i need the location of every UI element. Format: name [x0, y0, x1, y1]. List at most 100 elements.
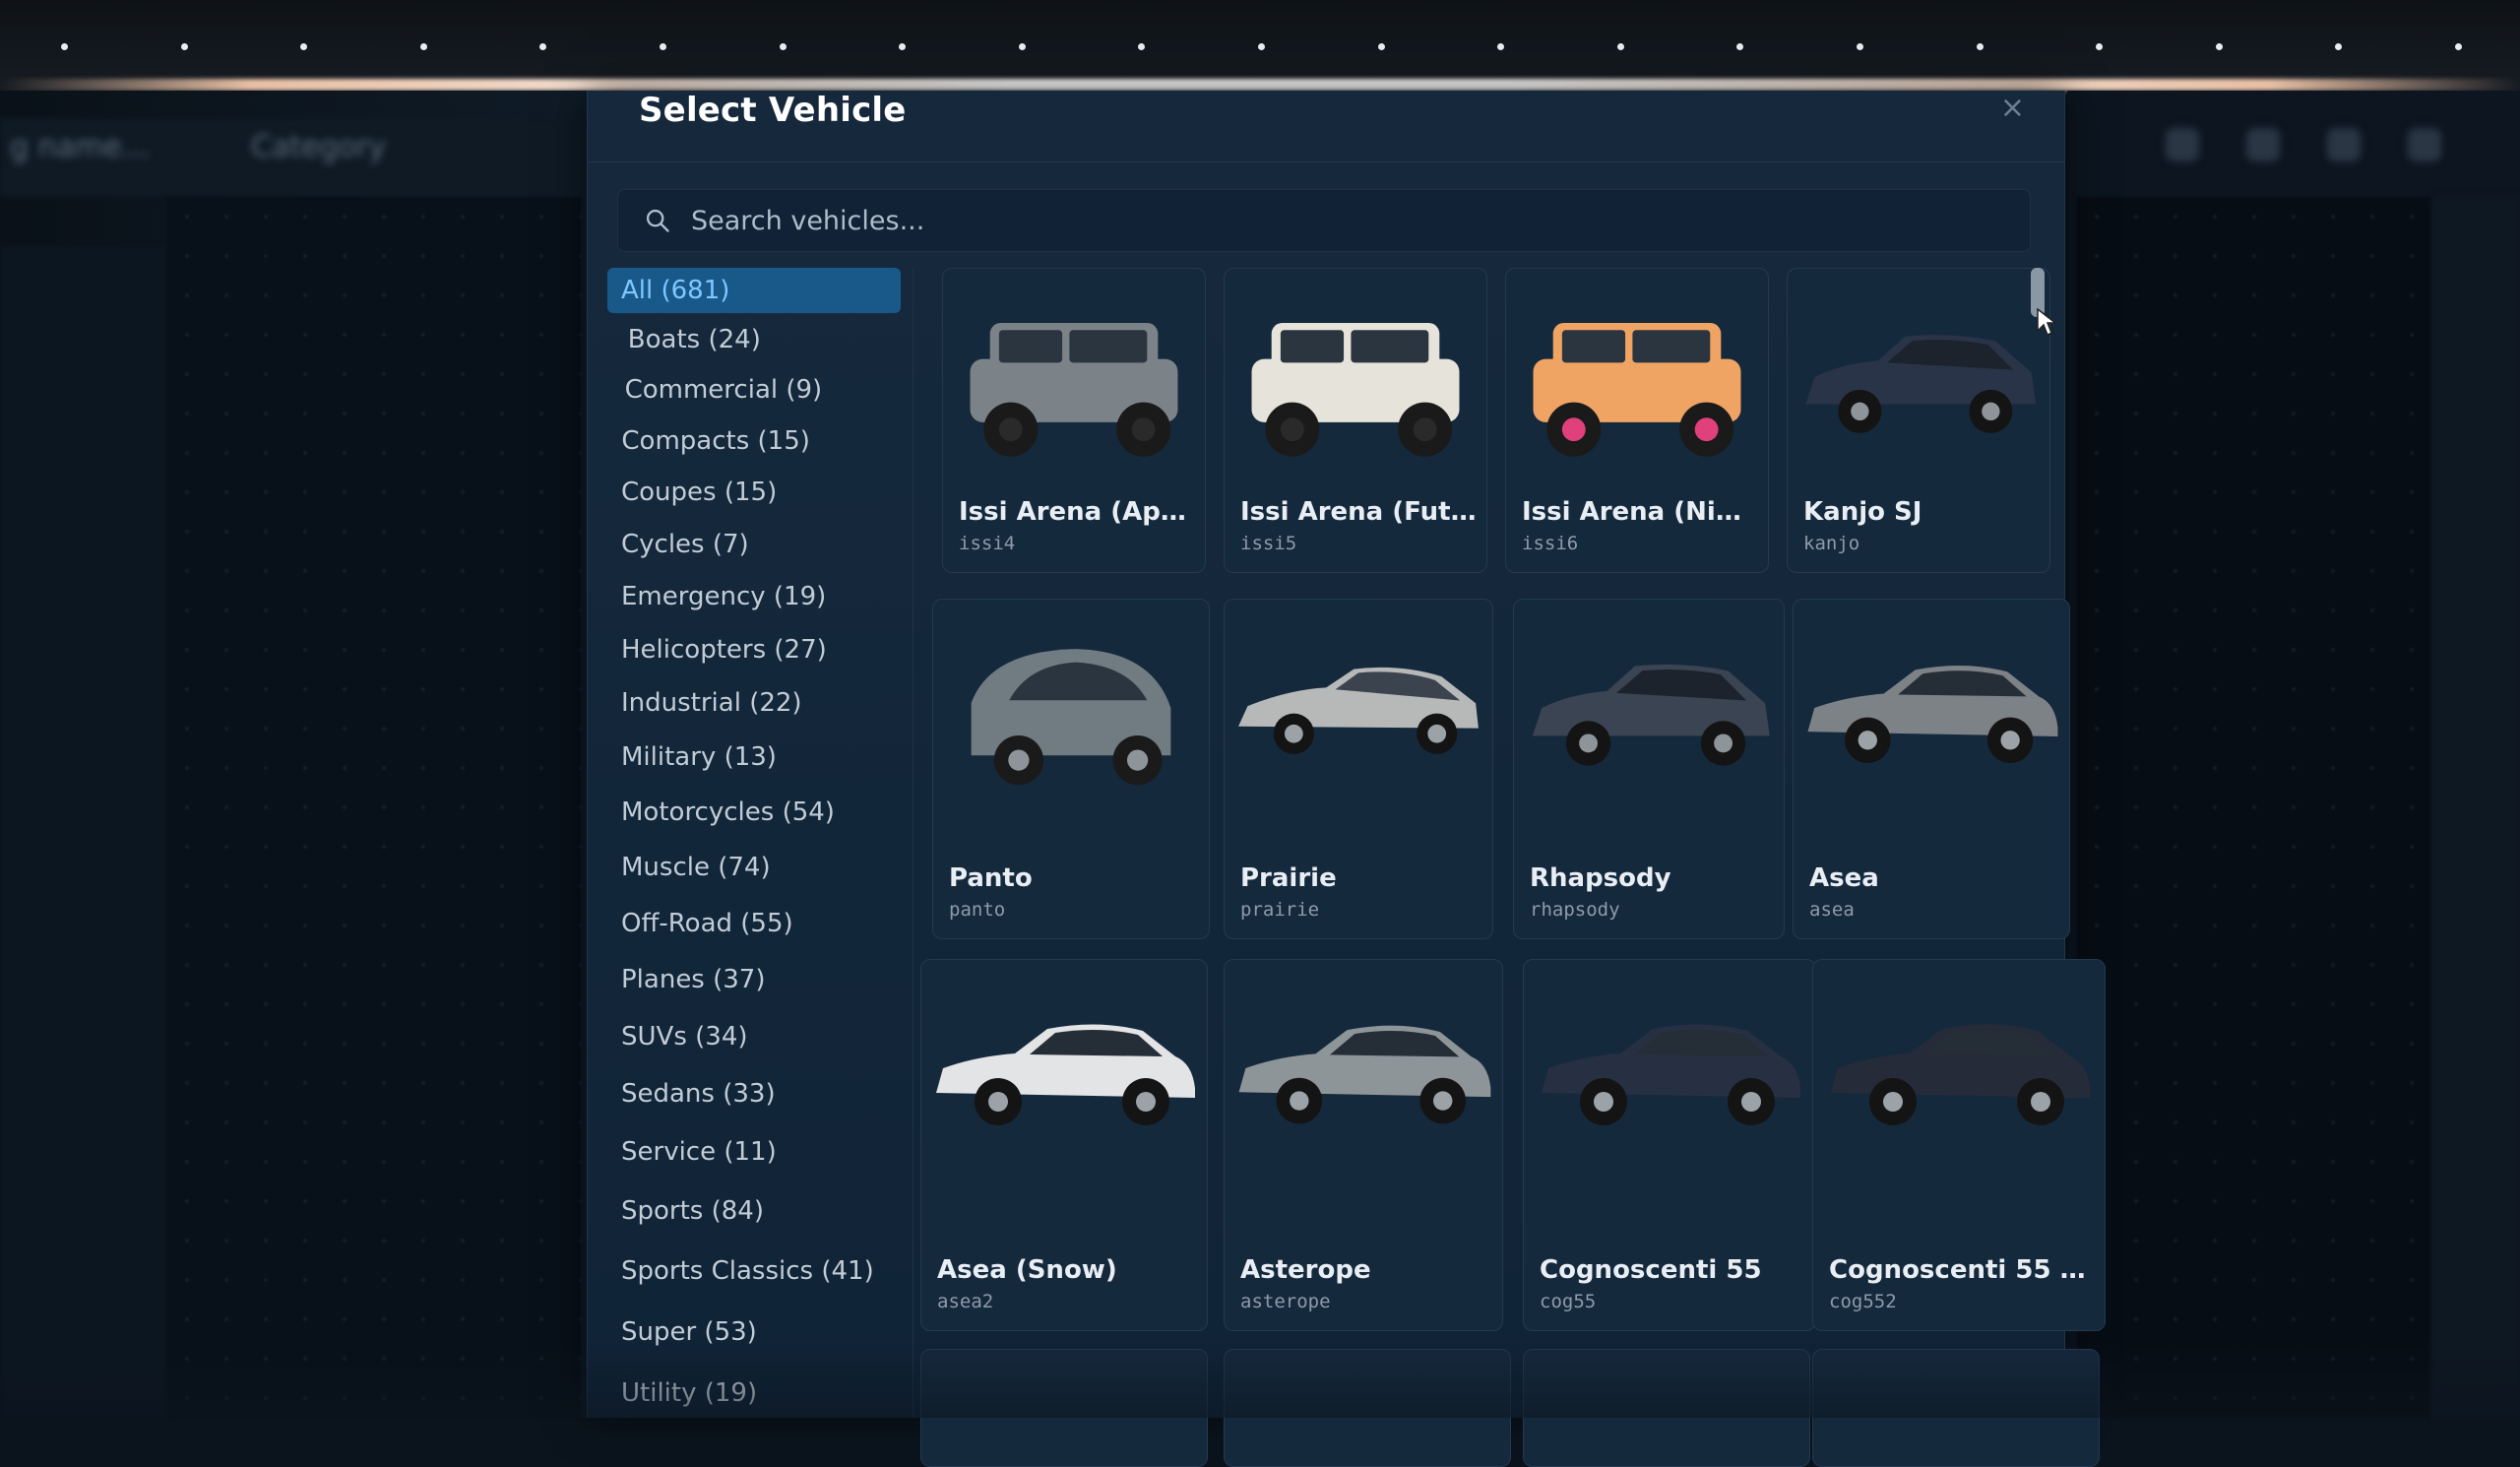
- category-item[interactable]: Muscle (74): [607, 845, 771, 890]
- vehicle-name: Issi Arena (Night...: [1522, 497, 1758, 527]
- vehicle-thumbnail: [1238, 1025, 1491, 1124]
- vehicle-card-partial[interactable]: [1812, 1349, 2100, 1467]
- background-left-strip: [0, 246, 167, 1418]
- category-item[interactable]: Coupes (15): [607, 470, 777, 515]
- top-dot: [1497, 43, 1505, 50]
- vehicle-model-code: asea2: [937, 1291, 994, 1312]
- vehicle-model-code: cog55: [1540, 1291, 1597, 1312]
- background-canvas-left: [167, 197, 581, 1418]
- vehicle-model-code: asterope: [1240, 1291, 1331, 1312]
- vehicle-card[interactable]: Kanjo SJ kanjo: [1787, 268, 2050, 573]
- top-dot: [2455, 43, 2462, 50]
- top-dot: [1616, 43, 1624, 50]
- background-canvas-right: [2077, 197, 2431, 1418]
- category-item[interactable]: Service (11): [607, 1129, 777, 1175]
- top-dot: [2096, 43, 2104, 50]
- category-item[interactable]: Sports (84): [607, 1188, 764, 1234]
- vehicle-model-code: issi4: [959, 533, 1016, 554]
- vehicle-thumbnail: [1542, 1024, 1800, 1125]
- vehicle-model-code: issi5: [1240, 533, 1297, 554]
- mouse-cursor-icon: [2037, 307, 2058, 337]
- grid-scrollbar[interactable]: [2031, 268, 2045, 1418]
- vehicle-thumbnail: [970, 322, 1178, 457]
- top-bar: [0, 0, 2520, 91]
- category-item[interactable]: Industrial (22): [607, 680, 802, 726]
- close-icon[interactable]: ×: [2000, 91, 2025, 125]
- vehicle-card[interactable]: Issi Arena (Apocal... issi4: [942, 268, 1206, 573]
- vehicle-card-partial[interactable]: [1523, 1349, 1810, 1467]
- top-dot: [1736, 43, 1744, 50]
- top-dot: [180, 43, 188, 50]
- vehicle-name: Cognoscenti 55: [1540, 1255, 1762, 1285]
- top-dot: [419, 43, 427, 50]
- top-dot: [1857, 43, 1863, 50]
- category-item[interactable]: Emergency (19): [607, 574, 826, 619]
- top-dot: [899, 43, 907, 50]
- vehicle-name: Prairie: [1240, 863, 1337, 893]
- vehicle-card[interactable]: Cognoscenti 55 cog55: [1523, 959, 1816, 1331]
- category-item[interactable]: Super (53): [607, 1309, 757, 1355]
- vehicle-thumbnail: [1532, 664, 1770, 766]
- category-item[interactable]: Cycles (7): [607, 522, 749, 567]
- top-dots-decoration: [0, 43, 2520, 55]
- top-dot: [779, 43, 787, 50]
- category-item[interactable]: Off-Road (55): [607, 901, 793, 946]
- vehicle-card[interactable]: Issi Arena (Night... issi6: [1505, 268, 1769, 573]
- select-vehicle-modal: Select Vehicle × All (681)Boats (24) Comm…: [587, 91, 2106, 1467]
- top-dot: [1258, 43, 1265, 50]
- category-item[interactable]: Helicopters (27): [607, 627, 827, 672]
- vehicle-thumbnail: [971, 649, 1171, 786]
- top-dot: [539, 43, 547, 50]
- top-dot: [660, 43, 666, 50]
- vehicle-name: Asterope: [1240, 1255, 1371, 1285]
- vehicle-name: Panto: [949, 863, 1033, 893]
- top-dot: [61, 43, 68, 50]
- sidebar-divider: [913, 268, 914, 1418]
- top-dot: [2335, 43, 2343, 50]
- vehicle-card[interactable]: Panto panto: [932, 599, 1210, 939]
- category-item[interactable]: Sedans (33): [607, 1071, 776, 1116]
- vehicle-model-code: cog552: [1829, 1291, 1897, 1312]
- vehicle-card-partial[interactable]: [1224, 1349, 1511, 1467]
- category-item[interactable]: Utility (19): [607, 1371, 757, 1416]
- top-dot: [300, 43, 308, 50]
- category-item[interactable]: Planes (37): [607, 957, 766, 1002]
- category-item[interactable]: Sports Classics (41): [607, 1248, 874, 1294]
- category-item[interactable]: Compacts (15): [607, 418, 810, 464]
- vehicle-model-code: kanjo: [1803, 533, 1860, 554]
- background-right-strip: [2431, 197, 2520, 1418]
- category-item[interactable]: Boats (24): [614, 317, 761, 362]
- vehicle-thumbnail: [1251, 322, 1460, 457]
- vehicle-name: Rhapsody: [1530, 863, 1671, 893]
- vehicle-name: Cognoscenti 55 (...: [1829, 1255, 2095, 1285]
- top-dot: [1018, 43, 1026, 50]
- vehicle-card[interactable]: Asea (Snow) asea2: [920, 959, 1208, 1331]
- category-item[interactable]: All (681): [607, 268, 901, 313]
- vehicle-card[interactable]: Asterope asterope: [1224, 959, 1503, 1331]
- vehicle-card-partial[interactable]: [920, 1349, 1208, 1467]
- category-sidebar: All (681) Boats (24) Commercial (9) Compact…: [607, 268, 901, 1418]
- vehicle-card[interactable]: Issi Arena (Future ... issi5: [1224, 268, 1487, 573]
- vehicle-card[interactable]: Prairie prairie: [1224, 599, 1493, 939]
- search-box[interactable]: [617, 189, 2031, 252]
- vehicle-card[interactable]: Rhapsody rhapsody: [1513, 599, 1785, 939]
- category-item[interactable]: Commercial (9): [611, 367, 823, 413]
- vehicle-thumbnail: [936, 1024, 1195, 1125]
- vehicle-model-code: issi6: [1522, 533, 1579, 554]
- vehicle-card[interactable]: Asea asea: [1793, 599, 2070, 939]
- category-item[interactable]: Military (13): [607, 734, 777, 780]
- vehicle-thumbnail: [1805, 335, 2037, 433]
- category-item[interactable]: Motorcycles (54): [607, 790, 835, 835]
- vehicle-thumbnail: [1533, 322, 1741, 457]
- search-input[interactable]: [689, 204, 1973, 237]
- vehicle-name: Asea: [1809, 863, 1879, 893]
- vehicle-model-code: rhapsody: [1530, 899, 1620, 921]
- vehicle-name: Kanjo SJ: [1803, 497, 1922, 527]
- modal-header-divider: [588, 161, 2064, 162]
- category-item[interactable]: SUVs (34): [607, 1014, 748, 1059]
- vehicle-name: Issi Arena (Apocal...: [959, 497, 1195, 527]
- vehicle-thumbnail: [1238, 667, 1479, 754]
- top-dot: [1377, 43, 1385, 50]
- vehicle-model-code: prairie: [1240, 899, 1320, 921]
- vehicle-card[interactable]: Cognoscenti 55 (... cog552: [1812, 959, 2106, 1331]
